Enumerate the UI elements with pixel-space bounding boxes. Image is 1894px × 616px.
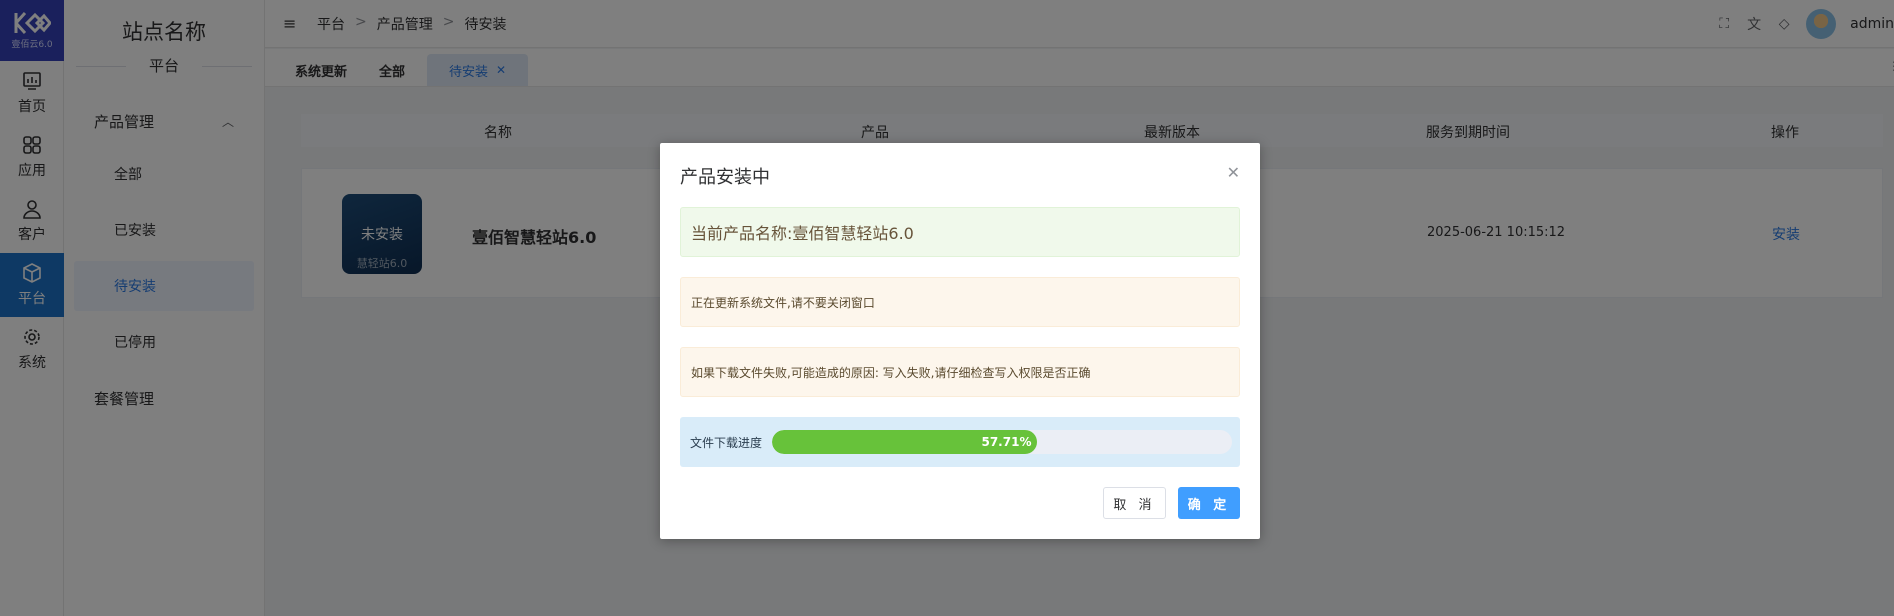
install-dialog: 产品安装中 ✕ 当前产品名称:壹佰智慧轻站6.0 正在更新系统文件,请不要关闭窗… xyxy=(660,143,1260,539)
product-line: 当前产品名称:壹佰智慧轻站6.0 xyxy=(691,224,914,243)
progress-fill: 57.71% xyxy=(772,430,1038,454)
failure-hint: 如果下载文件失败,可能造成的原因: 写入失败,请仔细检查写入权限是否正确 xyxy=(680,347,1240,397)
close-icon[interactable]: ✕ xyxy=(1227,163,1240,182)
dialog-title: 产品安装中 xyxy=(680,167,770,188)
update-warning: 正在更新系统文件,请不要关闭窗口 xyxy=(680,277,1240,327)
download-progress-box: 文件下载进度 57.71% xyxy=(680,417,1240,467)
notice-text: 正在更新系统文件,请不要关闭窗口 xyxy=(691,295,875,310)
notice-text: 如果下载文件失败,可能造成的原因: 写入失败,请仔细检查写入权限是否正确 xyxy=(691,365,1091,380)
product-alert: 当前产品名称:壹佰智慧轻站6.0 xyxy=(680,207,1240,257)
cancel-button[interactable]: 取 消 xyxy=(1103,487,1166,519)
progress-label: 文件下载进度 xyxy=(690,435,763,450)
confirm-button[interactable]: 确 定 xyxy=(1178,487,1240,519)
progress-bar: 57.71% xyxy=(772,430,1233,454)
progress-text: 57.71% xyxy=(981,435,1032,449)
